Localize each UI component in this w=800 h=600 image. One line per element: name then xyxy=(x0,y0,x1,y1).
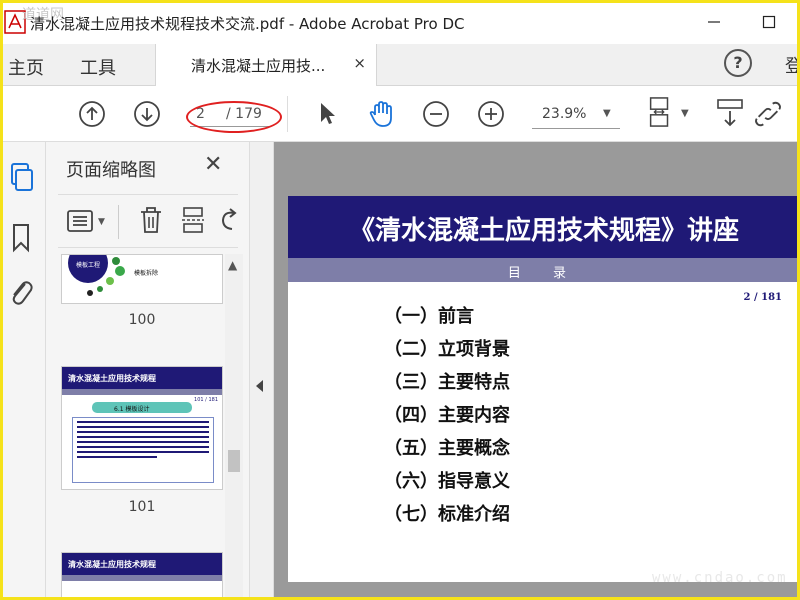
close-tab-icon[interactable]: × xyxy=(353,54,366,72)
toc-item: （七）标准介绍 xyxy=(384,504,510,525)
toc-item: （六）指导意义 xyxy=(384,471,510,492)
thumbnail-label: 模板工程 xyxy=(76,262,101,269)
fit-page-icon xyxy=(649,97,669,127)
toolbar xyxy=(0,86,800,142)
plus-circle-icon xyxy=(478,101,504,127)
hand-icon xyxy=(369,101,392,127)
thumbnail-title: 清水混凝土应用技术规程 xyxy=(68,560,156,569)
thumbnail-page-101[interactable]: 清水混凝土应用技术规程 101 / 181 6.1 模板设计 xyxy=(61,366,223,490)
title-bar: 道道网 清水混凝土应用技术规程技术交流.pdf - Adobe Acrobat … xyxy=(0,0,800,44)
close-panel-icon[interactable]: ✕ xyxy=(204,152,222,177)
left-rail xyxy=(0,142,46,600)
window-title: 清水混凝土应用技术规程技术交流.pdf - Adobe Acrobat Pro … xyxy=(30,15,465,33)
help-icon[interactable]: ? xyxy=(724,49,752,77)
scroll-up-icon[interactable]: ▲ xyxy=(228,258,237,272)
collapse-panel-icon[interactable] xyxy=(256,380,263,392)
pdf-page: 《清水混凝土应用技术规程》讲座 目 录 2 / 181 （一）前言 （二）立项背… xyxy=(288,196,800,582)
tab-document[interactable]: 清水混凝土应用技... × xyxy=(155,44,377,86)
toc-label: 目 录 xyxy=(507,266,581,281)
thumbnail-label: 模板拆除 xyxy=(134,270,159,277)
toc-item: （五）主要概念 xyxy=(384,438,510,459)
rotate-icon[interactable] xyxy=(218,207,238,233)
toc-item: （一）前言 xyxy=(384,306,474,327)
bookmark-icon[interactable] xyxy=(7,222,35,254)
previous-page-button[interactable] xyxy=(77,99,107,129)
panel-title: 页面缩略图 xyxy=(66,160,156,181)
thumbnail-subband xyxy=(62,575,222,581)
scroll-mode-button[interactable] xyxy=(715,98,745,128)
document-tab-label: 清水混凝土应用技... xyxy=(191,57,326,75)
thumbnail-page-100[interactable]: 模板工程 模板拆除 xyxy=(61,254,223,304)
page-heading: 《清水混凝土应用技术规程》讲座 xyxy=(348,216,739,246)
thumbnail-subband xyxy=(62,389,222,395)
insert-page-icon[interactable] xyxy=(180,205,206,235)
tool-divider xyxy=(118,205,119,239)
thumbnail-title: 清水混凝土应用技术规程 xyxy=(68,374,156,383)
document-viewport: 《清水混凝土应用技术规程》讲座 目 录 2 / 181 （一）前言 （二）立项背… xyxy=(274,142,800,600)
thumbnail-section: 6.1 模板设计 xyxy=(114,406,150,413)
tab-home[interactable]: 主页 xyxy=(8,54,44,80)
page-header-band: 《清水混凝土应用技术规程》讲座 xyxy=(288,196,800,258)
page-thumbnails-icon[interactable] xyxy=(7,162,35,194)
attachment-icon[interactable] xyxy=(7,276,35,308)
page-fit-button[interactable] xyxy=(645,97,675,127)
toc-item: （四）主要内容 xyxy=(384,405,510,426)
toolbar-divider xyxy=(287,96,288,132)
toc-list: （一）前言 （二）立项背景 （三）主要特点 （四）主要内容 （五）主要概念 （六… xyxy=(384,300,510,531)
thumbnail-scrollbar[interactable]: ▲ xyxy=(225,254,243,600)
chevron-down-icon[interactable]: ▼ xyxy=(681,108,689,119)
minimize-icon xyxy=(708,21,720,23)
pointer-arrow-icon xyxy=(321,103,335,124)
thumbnail-panel: 页面缩略图 ✕ ▼ 模板工程 模板拆除 100 清水混凝土应用技术规程 101 … xyxy=(46,142,250,600)
minus-circle-icon xyxy=(423,101,449,127)
zoom-level-field[interactable]: 23.9% xyxy=(542,106,586,122)
select-tool-button[interactable] xyxy=(312,99,342,129)
next-page-button[interactable] xyxy=(132,99,162,129)
watermark: www.cndao.com xyxy=(652,570,788,586)
tab-tools[interactable]: 工具 xyxy=(80,54,116,80)
red-annotation-ellipse xyxy=(186,101,282,133)
trash-icon[interactable] xyxy=(138,205,164,235)
minimize-button[interactable] xyxy=(702,10,726,34)
chevron-down-icon[interactable]: ▼ xyxy=(603,108,611,119)
thumbnail-textbox xyxy=(72,417,214,483)
zoom-out-button[interactable] xyxy=(421,99,451,129)
thumbnail-number: 101 xyxy=(128,499,156,515)
sign-in-button[interactable]: 登 xyxy=(785,52,800,78)
toc-item: （二）立项背景 xyxy=(384,339,510,360)
maximize-icon xyxy=(762,15,776,29)
thumbnail-number: 100 xyxy=(128,312,156,328)
toc-item: （三）主要特点 xyxy=(384,372,510,393)
share-link-button[interactable] xyxy=(753,99,783,129)
zoom-underline xyxy=(532,128,620,129)
scroll-mode-icon xyxy=(717,99,743,127)
chevron-down-icon[interactable]: ▼ xyxy=(98,217,105,227)
panel-toolbar: ▼ xyxy=(58,194,238,248)
hand-tool-button[interactable] xyxy=(366,99,396,129)
tab-row: 主页 工具 清水混凝土应用技... × xyxy=(0,44,800,86)
thumbnail-page-102[interactable]: 清水混凝土应用技术规程 xyxy=(61,552,223,600)
arrow-down-circle-icon xyxy=(134,101,160,127)
page-marker: 2 / 181 xyxy=(743,292,782,303)
thumbnail-page-ref: 101 / 181 xyxy=(194,397,218,403)
scrollbar-thumb[interactable] xyxy=(228,450,240,472)
options-menu-icon[interactable] xyxy=(66,208,94,234)
page-subband: 目 录 xyxy=(288,258,800,282)
arrow-up-circle-icon xyxy=(79,101,105,127)
zoom-in-button[interactable] xyxy=(476,99,506,129)
panel-divider[interactable] xyxy=(250,142,274,600)
link-icon xyxy=(755,101,781,127)
maximize-button[interactable] xyxy=(757,10,781,34)
